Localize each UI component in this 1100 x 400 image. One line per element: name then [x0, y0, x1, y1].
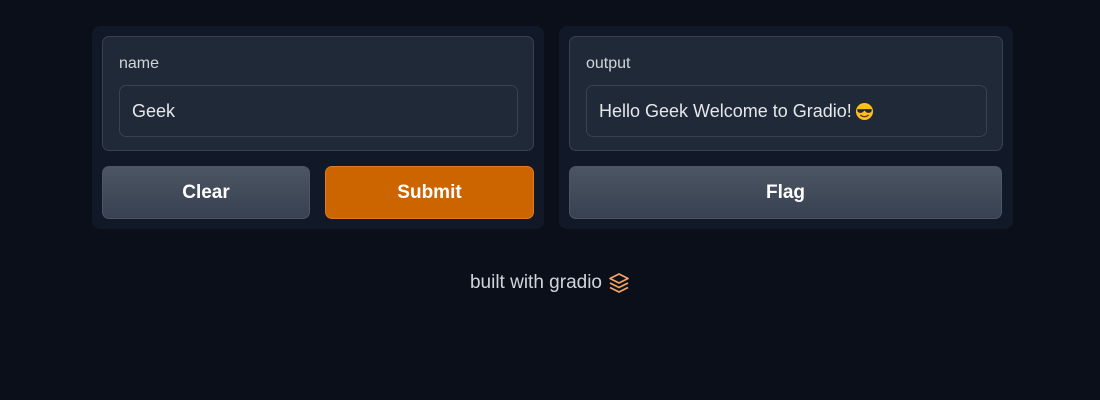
name-label: name: [119, 55, 160, 72]
flag-button[interactable]: Flag: [569, 166, 1002, 219]
gradio-app: name Clear Submit output Hello Geek Welc…: [0, 0, 1100, 400]
output-label: output: [586, 55, 631, 72]
name-block: name: [102, 36, 534, 151]
footer: built with gradio: [0, 272, 1100, 294]
output-block: output Hello Geek Welcome to Gradio!: [569, 36, 1003, 151]
input-panel: name Clear Submit: [92, 26, 544, 229]
submit-button[interactable]: Submit: [325, 166, 534, 219]
footer-text[interactable]: built with gradio: [470, 272, 602, 294]
output-textbox[interactable]: Hello Geek Welcome to Gradio!: [586, 85, 987, 137]
smiling-face-with-sunglasses-icon: [855, 102, 873, 120]
output-panel: output Hello Geek Welcome to Gradio! Fla…: [559, 26, 1013, 229]
gradio-logo-icon[interactable]: [608, 272, 630, 294]
output-value: Hello Geek Welcome to Gradio!: [599, 100, 852, 121]
clear-button[interactable]: Clear: [102, 166, 310, 219]
name-input[interactable]: [119, 85, 518, 137]
